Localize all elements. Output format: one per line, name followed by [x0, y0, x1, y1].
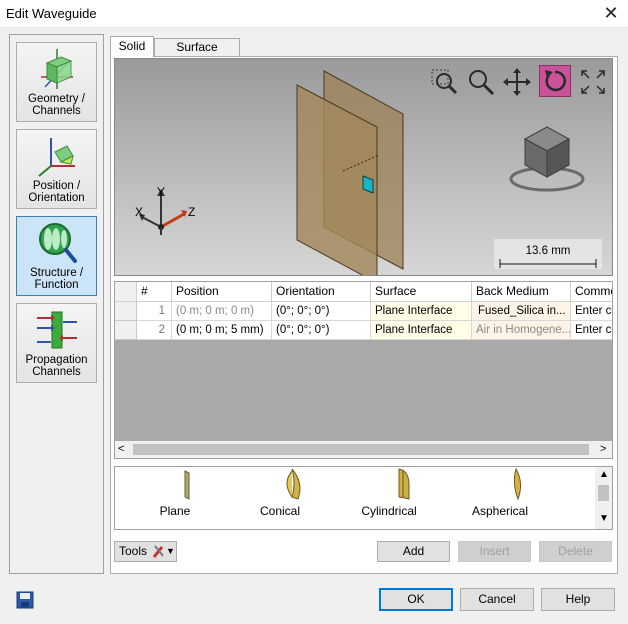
axes-orientation-icon	[38, 138, 75, 177]
close-button[interactable]: ✕	[596, 2, 626, 24]
table-cell-surface[interactable]: Plane Interface	[371, 302, 472, 321]
table-cell-number: 1	[137, 302, 172, 321]
scroll-left-icon[interactable]: <	[118, 441, 124, 458]
cylindrical-surface-icon	[398, 468, 410, 500]
horizontal-scrollbar[interactable]: < >	[115, 441, 612, 458]
3d-viewport[interactable]: Y X Z 13.6 mm	[114, 58, 613, 276]
table-cell-number: 2	[137, 321, 172, 340]
conical-surface-icon	[286, 468, 301, 500]
save-icon[interactable]	[16, 591, 34, 609]
fit-all-icon[interactable]	[578, 67, 608, 97]
nav-geometry-channels[interactable]: Geometry / Channels	[16, 42, 97, 122]
close-icon: ✕	[603, 3, 619, 23]
nav-label-line2: Channels	[32, 105, 81, 117]
window-title: Edit Waveguide	[6, 6, 97, 21]
nav-structure-function[interactable]: Structure / Function	[16, 216, 97, 296]
scroll-up-icon[interactable]: ▲	[599, 469, 609, 480]
tab-solid[interactable]: Solid	[110, 36, 154, 57]
row-header[interactable]	[115, 321, 137, 340]
gallery-item-conical[interactable]: Conical	[230, 467, 330, 529]
tools-dropdown-button[interactable]: Tools ▼	[114, 541, 177, 562]
axis-label-z: Z	[188, 205, 195, 219]
structure-lens-icon	[39, 223, 77, 263]
table-cell-back-medium[interactable]: Air in Homogene...	[472, 321, 571, 340]
table-cell-surface[interactable]: Plane Interface	[371, 321, 472, 340]
view-cube-icon	[509, 126, 585, 192]
gallery-item-aspherical[interactable]: Aspherical	[450, 467, 550, 529]
axis-label-y: Y	[157, 185, 165, 199]
chevron-down-icon: ▼	[166, 546, 175, 556]
zoom-icon[interactable]	[466, 67, 496, 97]
category-panel: Geometry / Channels Position / Orientation…	[9, 34, 104, 574]
title-bar: Edit Waveguide ✕	[0, 0, 628, 28]
nav-propagation-channels[interactable]: Propagation Channels	[16, 303, 97, 383]
nav-label-line2: Channels	[32, 366, 81, 378]
table-cell-orientation[interactable]: (0°; 0°; 0°)	[272, 321, 371, 340]
nav-label-line2: Orientation	[28, 192, 85, 204]
table-cell-comment[interactable]: Enter co	[571, 302, 612, 321]
gallery-item-plane[interactable]: Plane	[125, 467, 225, 529]
insert-button[interactable]: Insert	[458, 541, 531, 562]
table-cell-position[interactable]: (0 m; 0 m; 5 mm)	[172, 321, 272, 340]
propagation-arrows-icon	[37, 311, 77, 349]
scroll-thumb[interactable]	[133, 444, 589, 455]
geometry-cube-icon	[41, 49, 73, 89]
nav-position-orientation[interactable]: Position / Orientation	[16, 129, 97, 209]
pan-icon[interactable]	[502, 67, 532, 97]
column-header-orientation[interactable]: Orientation	[272, 282, 371, 302]
scale-bar-label: 13.6 mm	[526, 245, 571, 257]
add-button[interactable]: Add	[377, 541, 450, 562]
column-header-position[interactable]: Position	[172, 282, 272, 302]
rotate-icon[interactable]	[539, 65, 571, 97]
column-header-number[interactable]: #	[137, 282, 172, 302]
plane-surface-icon	[184, 470, 190, 500]
axis-label-x: X	[135, 205, 143, 219]
row-header[interactable]	[115, 302, 137, 321]
tools-wrench-icon	[151, 544, 165, 558]
table-cell-comment[interactable]: Enter co	[571, 321, 612, 340]
tools-label: Tools	[119, 544, 148, 558]
scroll-right-icon[interactable]: >	[600, 441, 606, 458]
column-header-back-medium[interactable]: Back Medium	[472, 282, 571, 302]
nav-label-line1: Propagation	[25, 354, 88, 366]
nav-label-line1: Geometry /	[28, 93, 85, 105]
gallery-item-cylindrical[interactable]: Cylindrical	[339, 467, 439, 529]
table-cell-back-medium[interactable]: Fused_Silica in...	[472, 302, 571, 321]
scroll-thumb[interactable]	[598, 485, 609, 501]
tab-surface-layouts[interactable]: Surface Layouts	[154, 38, 240, 71]
nav-label-line1: Position /	[32, 180, 81, 192]
zoom-window-icon[interactable]	[429, 67, 459, 97]
column-header-comment[interactable]: Comme	[571, 282, 612, 302]
vertical-scrollbar[interactable]: ▲ ▼	[595, 467, 612, 529]
gallery-label-aspherical: Aspherical	[471, 504, 529, 518]
aspherical-surface-icon	[513, 467, 522, 501]
column-header-surface[interactable]: Surface	[371, 282, 472, 302]
ok-button[interactable]: OK	[379, 588, 453, 611]
table-cell-orientation[interactable]: (0°; 0°; 0°)	[272, 302, 371, 321]
surfaces-table: # Position Orientation Surface Back Medi…	[114, 281, 613, 459]
table-cell-position[interactable]: (0 m; 0 m; 0 m)	[172, 302, 272, 321]
nav-label-line1: Structure /	[29, 267, 84, 279]
table-corner	[115, 282, 137, 302]
surface-gallery: Plane Conical Cylindrical Aspherical ▲ ▼	[114, 466, 613, 530]
gallery-label-conical: Conical	[259, 504, 301, 518]
gallery-label-plane: Plane	[159, 504, 191, 518]
cancel-button[interactable]: Cancel	[460, 588, 534, 611]
nav-label-line2: Function	[34, 279, 79, 291]
delete-button[interactable]: Delete	[539, 541, 612, 562]
scroll-down-icon[interactable]: ▼	[599, 513, 609, 524]
help-button[interactable]: Help	[541, 588, 615, 611]
gallery-label-cylindrical: Cylindrical	[361, 504, 417, 518]
